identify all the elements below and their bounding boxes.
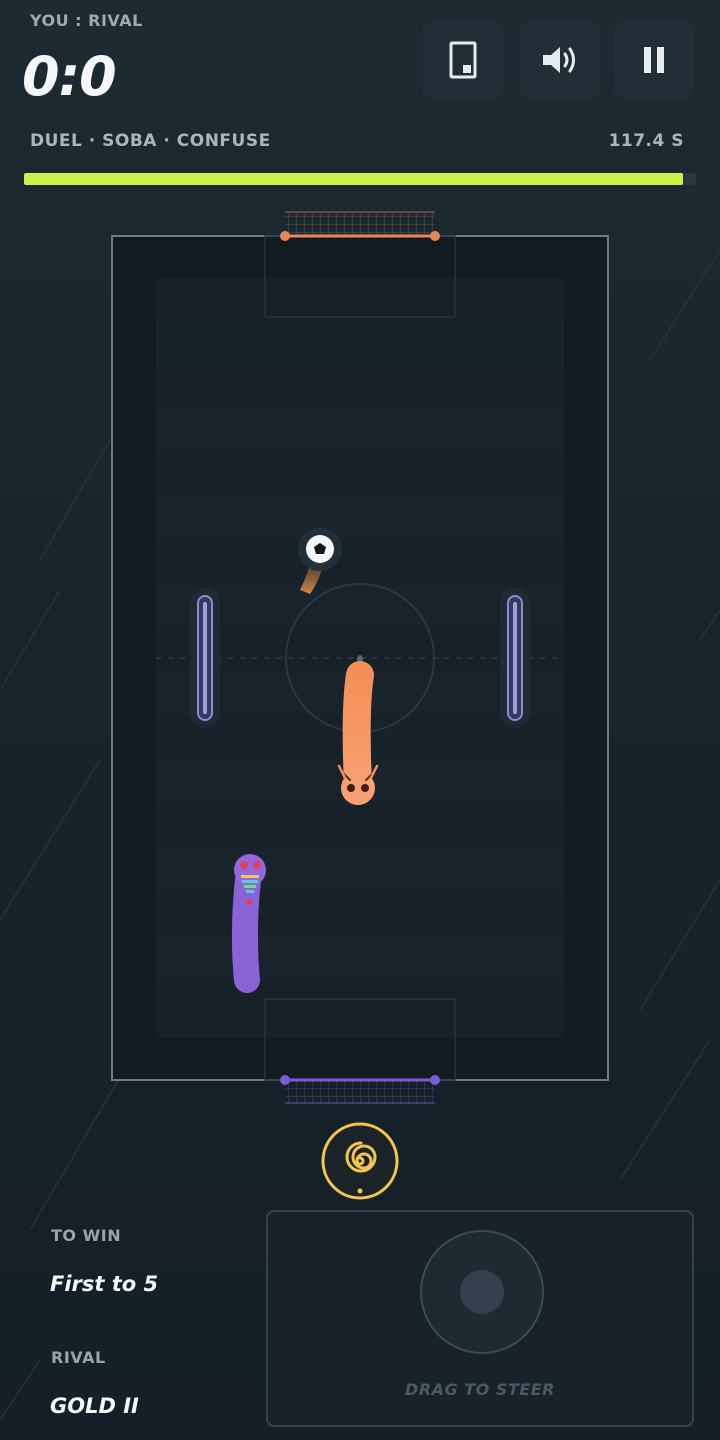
spiral-confuse-icon: [321, 1122, 399, 1200]
rival-rank-label: RIVAL: [51, 1348, 106, 1367]
steer-hint: DRAG TO STEER: [405, 1380, 555, 1399]
right-bumper: [500, 588, 530, 728]
joystick-knob[interactable]: [460, 1270, 504, 1314]
to-win-label: TO WIN: [51, 1226, 122, 1245]
left-bumper: [190, 588, 220, 728]
top-goal: [280, 211, 440, 241]
bottom-goal: [280, 1075, 440, 1104]
steer-pad[interactable]: DRAG TO STEER: [266, 1210, 694, 1427]
to-win-value: First to 5: [50, 1272, 159, 1296]
joystick-ring[interactable]: [420, 1230, 544, 1354]
confuse-ability-button[interactable]: [320, 1121, 400, 1201]
rival-rank-value: GOLD II: [50, 1394, 139, 1418]
